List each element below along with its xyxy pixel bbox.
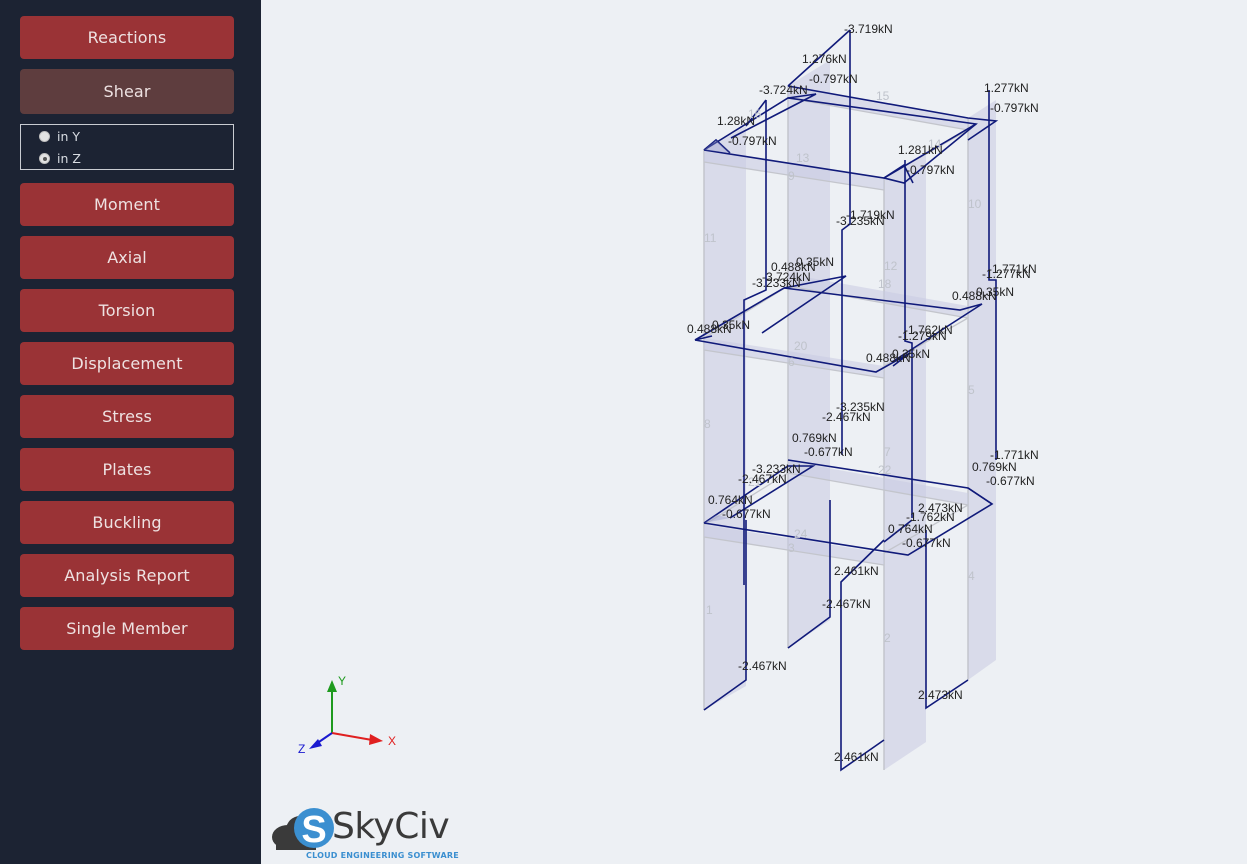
member-number[interactable]: 9: [788, 169, 795, 183]
shear-diagram-outline: [841, 30, 851, 455]
force-label: -0.677kN: [722, 507, 771, 521]
member-number[interactable]: 20: [794, 339, 808, 353]
y-axis-arrow-icon: [327, 680, 337, 692]
force-label: 0.769kN: [792, 431, 837, 445]
force-label: 2.461kN: [834, 750, 879, 764]
radio-button[interactable]: [39, 131, 50, 142]
shear-direction-group: in Y in Z: [20, 124, 234, 170]
radio-label: in Y: [57, 129, 81, 144]
member-number[interactable]: 10: [968, 197, 982, 211]
member-number[interactable]: 11: [704, 231, 717, 245]
force-label: -0.797kN: [906, 163, 955, 177]
x-axis-arrow-icon: [369, 734, 383, 745]
force-label: -0.797kN: [728, 134, 777, 148]
force-label: -1.279kN: [898, 329, 947, 343]
member-number[interactable]: 15: [876, 89, 890, 103]
shear-option-in-z[interactable]: in Z: [39, 151, 81, 166]
force-label: -1.277kN: [982, 267, 1031, 281]
force-label: 0.35kN: [976, 285, 1014, 299]
force-label: -0.797kN: [990, 101, 1039, 115]
sidebar: Reactions Shear Moment Axial Torsion Displace…: [0, 0, 261, 864]
skyciv-logo: S SkyCiv CLOUD ENGINEERING SOFTWARE: [270, 800, 460, 862]
force-label: -3.233kN: [752, 276, 801, 290]
shear-button[interactable]: Shear: [20, 69, 234, 114]
member-number[interactable]: 6: [788, 355, 795, 369]
svg-text:S: S: [301, 809, 326, 851]
member-number[interactable]: 12: [884, 259, 898, 273]
force-label: 2.473kN: [918, 688, 963, 702]
buckling-button[interactable]: Buckling: [20, 501, 234, 544]
logo-tagline: CLOUD ENGINEERING SOFTWARE: [306, 851, 459, 860]
axial-button[interactable]: Axial: [20, 236, 234, 279]
member-number[interactable]: 18: [878, 277, 892, 291]
reactions-button[interactable]: Reactions: [20, 16, 234, 59]
force-label: 1.28kN: [717, 114, 755, 128]
force-label: 2.461kN: [834, 564, 879, 578]
force-label: 0.35kN: [892, 347, 930, 361]
force-label: 1.281kN: [898, 143, 943, 157]
torsion-button[interactable]: Torsion: [20, 289, 234, 332]
force-label: 0.35kN: [796, 255, 834, 269]
single-member-button[interactable]: Single Member: [20, 607, 234, 650]
force-label: -0.797kN: [809, 72, 858, 86]
analysis-report-button[interactable]: Analysis Report: [20, 554, 234, 597]
y-axis-label: Y: [338, 674, 346, 688]
member-number[interactable]: 24: [794, 527, 808, 541]
force-label: -3.235kN: [836, 214, 885, 228]
displacement-button[interactable]: Displacement: [20, 342, 234, 385]
plates-button[interactable]: Plates: [20, 448, 234, 491]
force-label: -3.724kN: [759, 83, 808, 97]
force-label: -2.467kN: [738, 472, 787, 486]
member-number[interactable]: 2: [884, 631, 891, 645]
member-number[interactable]: 5: [968, 383, 975, 397]
member-number[interactable]: 13: [796, 151, 810, 165]
force-label: -2.467kN: [738, 659, 787, 673]
shear-diagram-outline: [925, 530, 969, 710]
x-axis-label: X: [388, 734, 396, 748]
stress-button[interactable]: Stress: [20, 395, 234, 438]
force-label: 0.764kN: [708, 493, 753, 507]
x-axis-line: [331, 732, 373, 741]
z-axis-label: Z: [298, 742, 305, 756]
member-number[interactable]: 22: [878, 463, 892, 477]
force-label: -2.467kN: [822, 410, 871, 424]
force-label: 0.35kN: [712, 318, 750, 332]
cloud-logo-icon: S: [272, 808, 334, 851]
force-label: 0.764kN: [888, 522, 933, 536]
member-number[interactable]: 8: [704, 417, 711, 431]
member-number[interactable]: 7: [884, 445, 891, 459]
force-label: 1.276kN: [802, 52, 847, 66]
model-canvas[interactable]: 1 2 3 4 5 6 7 8 9 10 11 12 13 14 15 16 18 20 21 22 24 -3.719k…: [261, 0, 1247, 864]
logo-word: SkyCiv: [332, 806, 450, 847]
force-label: -0.677kN: [986, 474, 1035, 488]
member-number[interactable]: 4: [968, 569, 975, 583]
force-label: -3.719kN: [844, 22, 893, 36]
member-number[interactable]: 1: [706, 603, 713, 617]
radio-button[interactable]: [39, 153, 50, 164]
moment-button[interactable]: Moment: [20, 183, 234, 226]
radio-label: in Z: [57, 151, 81, 166]
shear-option-in-y[interactable]: in Y: [39, 129, 80, 144]
shear-diagram[interactable]: 123456789101112131415161820212224-3.719k…: [261, 0, 1247, 864]
force-label: 0.769kN: [972, 460, 1017, 474]
member-number[interactable]: 3: [788, 541, 795, 555]
force-label: 1.277kN: [984, 81, 1029, 95]
force-label: -0.677kN: [804, 445, 853, 459]
force-label: -0.677kN: [902, 536, 951, 550]
force-label: -2.467kN: [822, 597, 871, 611]
